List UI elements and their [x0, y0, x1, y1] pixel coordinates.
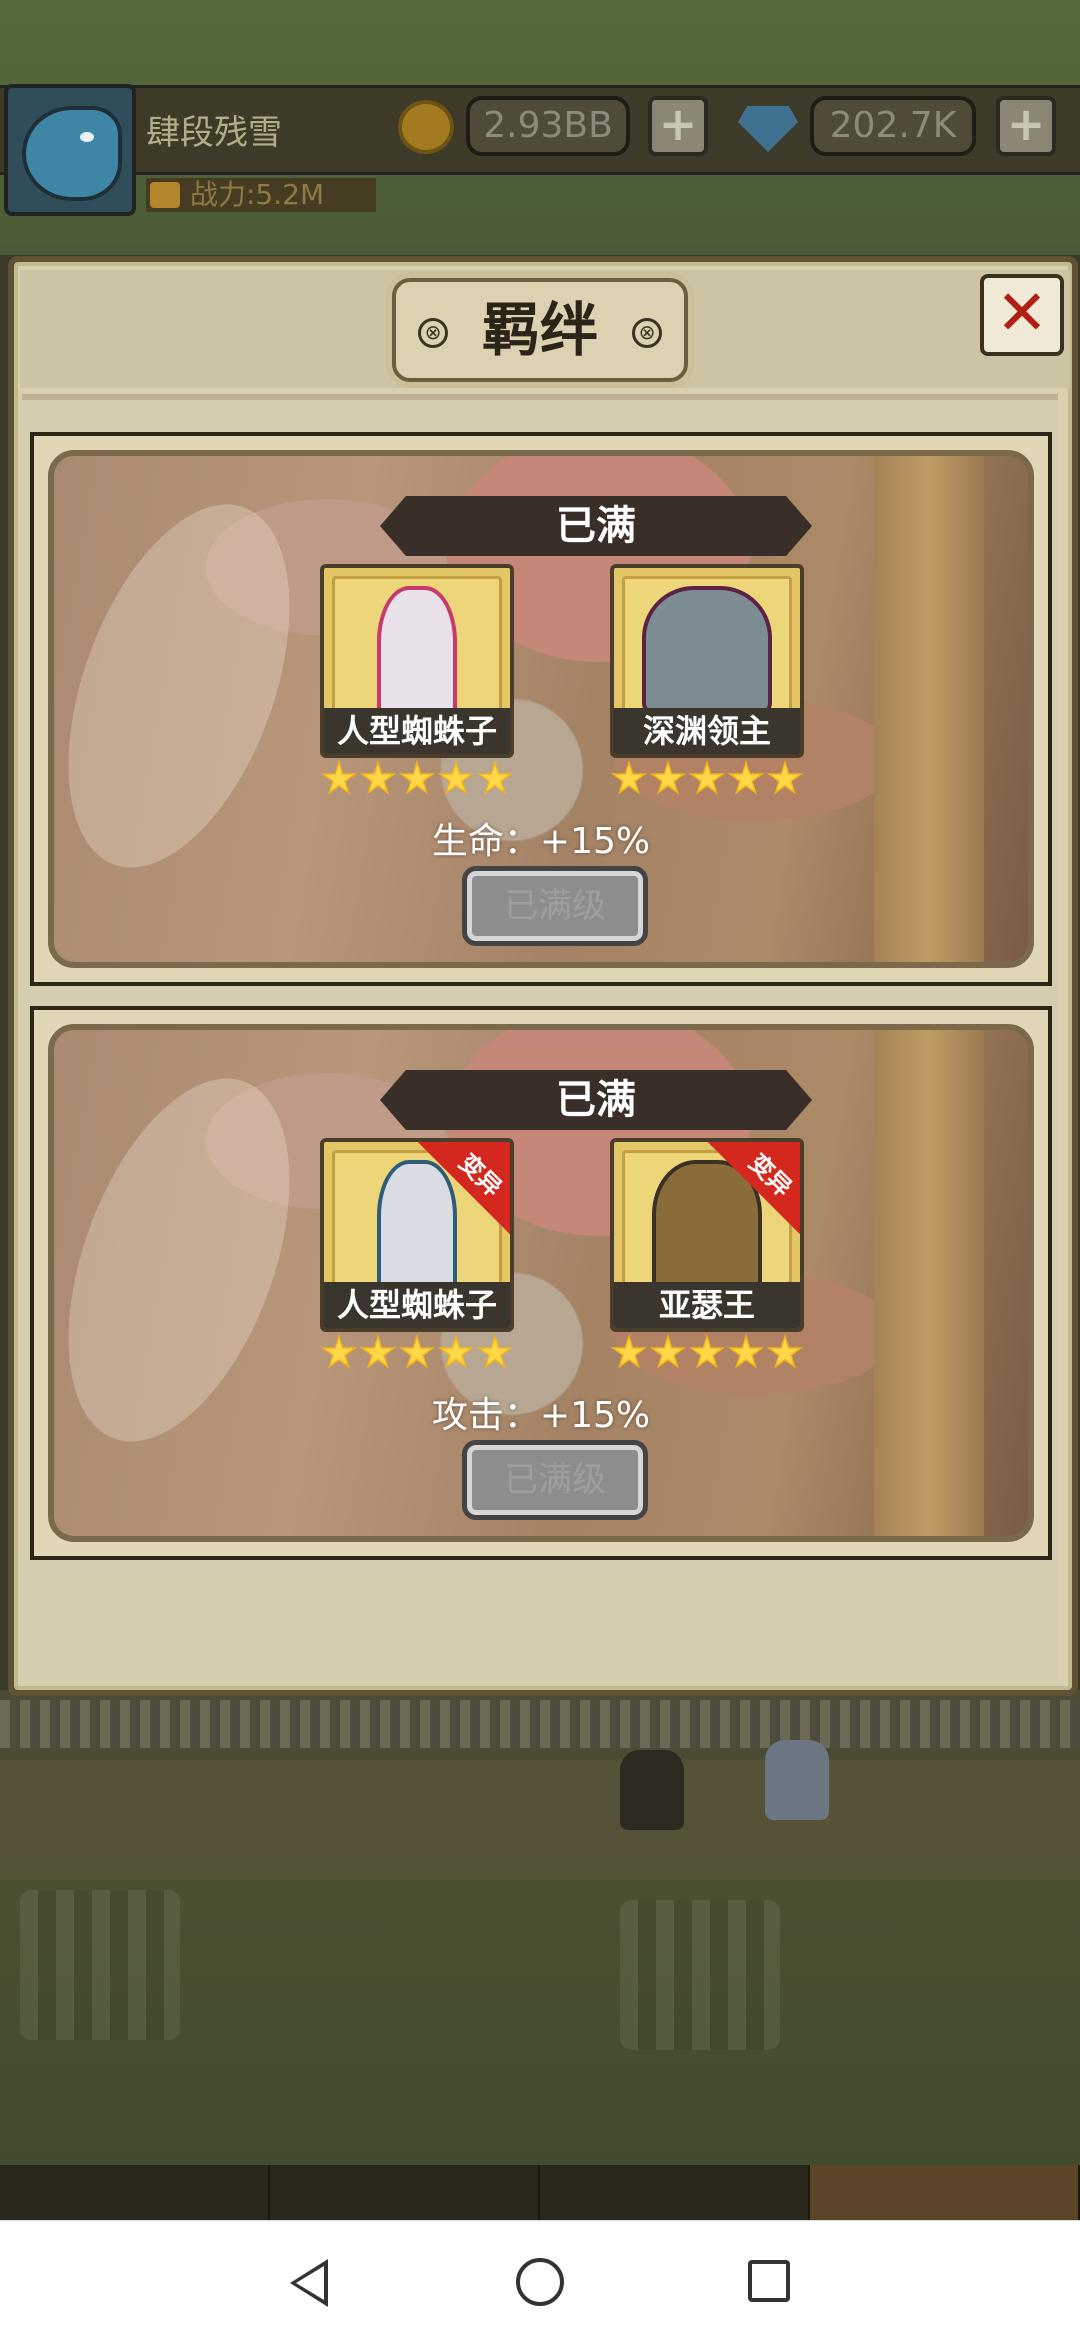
hero-star-rating: [320, 1334, 514, 1374]
add-gems-button[interactable]: +: [996, 96, 1056, 156]
star-icon: [610, 1334, 648, 1369]
home-icon[interactable]: [516, 2258, 564, 2306]
game-nav-tab[interactable]: [0, 2165, 270, 2220]
bond-card-art: 已满 变异 人型蜘蛛子 变异 亚瑟王 攻击：+15% 已满级: [48, 1024, 1034, 1542]
recent-apps-icon[interactable]: [748, 2260, 790, 2302]
star-icon: [766, 760, 804, 795]
add-gold-button[interactable]: +: [648, 96, 708, 156]
bond-status-banner: 已满: [380, 1070, 812, 1130]
star-icon: [359, 1334, 397, 1369]
bond-bonus-text: 生命：+15%: [431, 821, 651, 862]
bond-bonus-text: 攻击：+15%: [431, 1395, 651, 1436]
back-icon[interactable]: [290, 2259, 328, 2307]
abyss-lord-portrait-icon: [642, 586, 772, 716]
player-avatar[interactable]: [4, 84, 136, 216]
game-nav-tab[interactable]: [270, 2165, 540, 2220]
gold-amount: 2.93BB: [466, 96, 630, 156]
hero-name: 深渊领主: [614, 708, 800, 754]
background-fence: [0, 1700, 1080, 1748]
dragon-eye: [80, 132, 94, 142]
hero-star-rating: [610, 760, 804, 800]
android-nav-bar: [0, 2220, 1080, 2340]
star-icon: [437, 760, 475, 795]
combat-power-text: 战力:5.2M: [190, 178, 325, 211]
star-icon: [398, 760, 436, 795]
bond-card: 已满 变异 人型蜘蛛子 变异 亚瑟王 攻击：+15% 已满级: [30, 1006, 1052, 1560]
star-icon: [649, 1334, 687, 1369]
star-icon: [766, 1334, 804, 1369]
background-field: [620, 1900, 780, 2050]
spider-girl-portrait-icon: [377, 586, 457, 726]
star-icon: [398, 1334, 436, 1369]
decor-pillar: [874, 456, 984, 962]
star-icon: [476, 760, 514, 795]
star-icon: [727, 1334, 765, 1369]
hero-card[interactable]: 变异 人型蜘蛛子: [320, 1138, 514, 1332]
star-icon: [320, 1334, 358, 1369]
hero-name: 亚瑟王: [614, 1282, 800, 1328]
bond-card-art: 已满 人型蜘蛛子 深渊领主 生命：+15% 已满级: [48, 450, 1034, 968]
max-level-button[interactable]: 已满级: [462, 866, 648, 946]
star-icon: [649, 760, 687, 795]
hero-card[interactable]: 人型蜘蛛子: [320, 564, 514, 758]
background-road: [0, 1760, 1080, 1880]
star-icon: [476, 1334, 514, 1369]
hero-star-rating: [610, 1334, 804, 1374]
power-icon: [150, 182, 180, 208]
hero-star-rating: [320, 760, 514, 800]
knight-unit-sprite: [765, 1740, 829, 1820]
gold-coin-icon: [398, 100, 454, 154]
star-icon: [688, 1334, 726, 1369]
dragon-avatar-icon: [22, 106, 122, 201]
decor-pillar: [874, 1030, 984, 1536]
gem-amount: 202.7K: [810, 96, 976, 156]
close-button[interactable]: ✕: [980, 274, 1064, 356]
background-field: [20, 1890, 180, 2040]
star-icon: [437, 1334, 475, 1369]
hero-card[interactable]: 变异 亚瑟王: [610, 1138, 804, 1332]
game-screen: 肆段残雪 战力:5.2M 2.93BB + 202.7K + ⊗ 羁绊 ⊗ ✕ …: [0, 0, 1080, 2340]
star-icon: [320, 760, 358, 795]
cat-unit-sprite: [620, 1750, 684, 1830]
star-icon: [727, 760, 765, 795]
title-plate: ⊗ 羁绊 ⊗: [392, 278, 688, 382]
star-icon: [688, 760, 726, 795]
player-name: 肆段残雪: [146, 113, 282, 153]
bond-card: 已满 人型蜘蛛子 深渊领主 生命：+15% 已满级: [30, 432, 1052, 986]
combat-power: 战力:5.2M: [146, 178, 376, 212]
hero-name: 人型蜘蛛子: [324, 708, 510, 754]
star-icon: [359, 760, 397, 795]
max-level-button[interactable]: 已满级: [462, 1440, 648, 1520]
hero-name: 人型蜘蛛子: [324, 1282, 510, 1328]
game-nav-tab[interactable]: [810, 2165, 1080, 2220]
bond-status-banner: 已满: [380, 496, 812, 556]
game-nav-tab[interactable]: [540, 2165, 810, 2220]
game-bottom-nav: [0, 2165, 1080, 2220]
star-icon: [610, 760, 648, 795]
hero-card[interactable]: 深渊领主: [610, 564, 804, 758]
ornament-icon: ⊗: [632, 318, 662, 348]
